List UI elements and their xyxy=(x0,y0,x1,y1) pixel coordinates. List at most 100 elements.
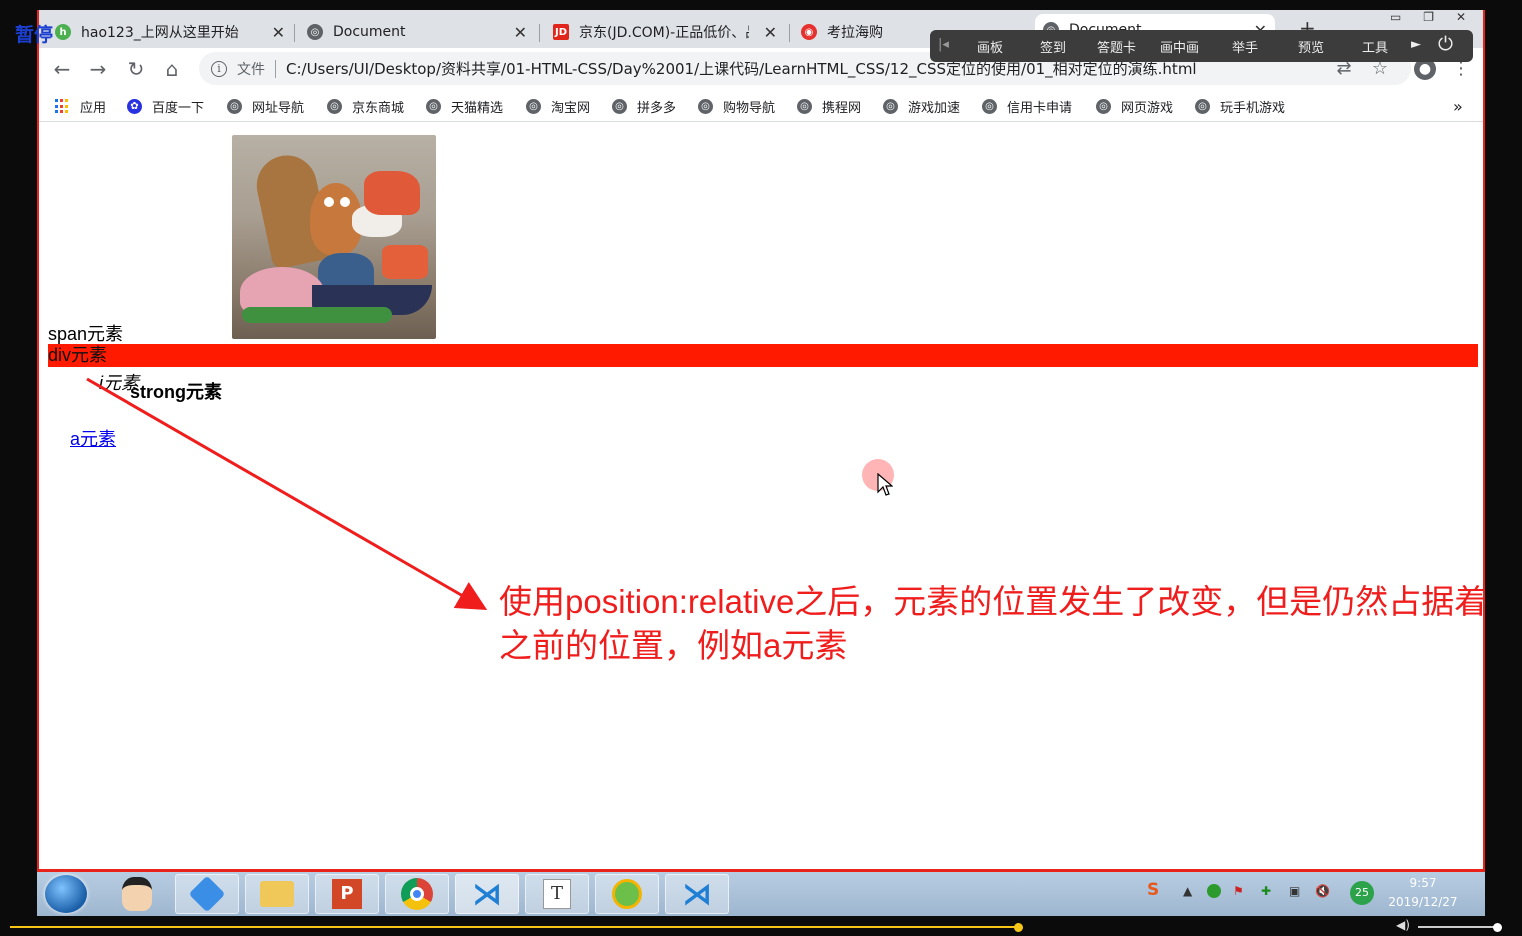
mouse-cursor-icon xyxy=(877,473,893,496)
action-center-flag-icon[interactable]: ⚑ xyxy=(1233,884,1244,898)
bookmark-item[interactable]: ◎ 网页游戏 xyxy=(1096,97,1173,116)
network-status-icon[interactable] xyxy=(1207,884,1221,898)
globe-icon: ◎ xyxy=(698,99,713,114)
globe-icon: ◎ xyxy=(307,24,323,40)
power-icon[interactable]: ⏻ xyxy=(1438,33,1453,55)
taskbar-vscode-icon[interactable]: ⋊ xyxy=(455,874,519,914)
globe-icon: ◎ xyxy=(883,99,898,114)
bookmark-item[interactable]: ◎ 携程网 xyxy=(797,97,861,116)
globe-icon: ◎ xyxy=(327,99,342,114)
bookmark-item[interactable]: ◎ 信用卡申请 xyxy=(982,97,1072,116)
taskbar-chrome-icon[interactable] xyxy=(385,874,449,914)
globe-icon: ◎ xyxy=(982,99,997,114)
recorder-menu-item[interactable]: 答题卡 xyxy=(1097,37,1136,56)
bookmark-item[interactable]: ◎ 游戏加速 xyxy=(883,97,960,116)
kaola-icon: ◉ xyxy=(801,24,817,40)
bookmarks-bar: 应用 ✿ 百度一下 ◎ 网址导航 ◎ 京东商城 ◎ 天猫精选 ◎ 淘宝网 ◎ 拼… xyxy=(39,90,1483,122)
player-volume-icon[interactable]: ◀) xyxy=(1396,918,1410,932)
jd-icon: JD xyxy=(553,24,569,40)
close-icon[interactable]: ✕ xyxy=(514,23,527,42)
recorder-menu-item[interactable]: 画中画 xyxy=(1160,37,1199,56)
bookmark-label: 天猫精选 xyxy=(451,101,504,116)
close-icon[interactable]: ✕ xyxy=(764,23,777,42)
progress-played xyxy=(10,926,1018,928)
browser-window: h hao123_上网从这里开始 ✕ ◎ Document ✕ JD 京东(JD… xyxy=(37,10,1487,872)
display-icon[interactable]: ▣ xyxy=(1289,884,1300,898)
home-icon[interactable]: ⌂ xyxy=(159,56,185,82)
volume-muted-icon[interactable]: 🔇 xyxy=(1315,884,1330,898)
tab-jd[interactable]: JD 京东(JD.COM)-正品低价、品 ✕ xyxy=(545,16,785,48)
volume-handle[interactable] xyxy=(1493,923,1502,932)
windows-start-icon[interactable] xyxy=(45,875,87,913)
taskbar-avatar-app-icon[interactable] xyxy=(105,874,169,914)
taskbar-typora-icon[interactable]: T xyxy=(525,874,589,914)
baidu-paw-icon: ✿ xyxy=(127,99,142,114)
tab-divider xyxy=(294,24,295,42)
apps-grid-icon xyxy=(55,99,70,114)
reload-icon[interactable]: ↻ xyxy=(123,56,149,82)
tab-divider xyxy=(539,24,540,42)
screen: h hao123_上网从这里开始 ✕ ◎ Document ✕ JD 京东(JD… xyxy=(0,0,1522,936)
pause-indicator[interactable]: 暂停 xyxy=(15,20,53,47)
recorder-menu-item[interactable]: 画板 xyxy=(977,37,1003,56)
info-icon[interactable]: i xyxy=(211,60,227,77)
sogou-ime-icon[interactable]: S xyxy=(1147,880,1159,900)
taskbar-powerpoint-icon[interactable]: P xyxy=(315,874,379,914)
close-window-icon[interactable]: ✕ xyxy=(1456,10,1466,28)
tab-divider xyxy=(789,24,790,42)
bookmark-item[interactable]: ◎ 网址导航 xyxy=(227,97,304,116)
minimize-icon[interactable]: ▭ xyxy=(1390,10,1401,28)
globe-icon: ◎ xyxy=(1195,99,1210,114)
scheme-label: 文件 xyxy=(237,61,265,78)
bookmark-label: 百度一下 xyxy=(152,101,205,116)
bookmark-item[interactable]: ◎ 购物导航 xyxy=(698,97,775,116)
globe-icon: ◎ xyxy=(526,99,541,114)
back-arrow-icon[interactable]: ← xyxy=(49,56,75,82)
volume-slider[interactable] xyxy=(1418,926,1498,928)
tab-hao123[interactable]: h hao123_上网从这里开始 ✕ xyxy=(47,16,293,48)
close-icon[interactable]: ✕ xyxy=(272,23,285,42)
globe-icon: ◎ xyxy=(1096,99,1111,114)
video-progress-bar[interactable]: ◀) xyxy=(0,916,1522,936)
taskbar-vscode-icon-2[interactable]: ⋊ xyxy=(665,874,729,914)
bookmark-label: 淘宝网 xyxy=(551,101,591,116)
bookmark-label: 携程网 xyxy=(822,101,862,116)
bookmark-label: 应用 xyxy=(80,101,107,116)
recorder-menu-item[interactable]: 举手 xyxy=(1232,37,1258,56)
address-divider xyxy=(275,59,276,78)
notification-count-badge[interactable]: 25 xyxy=(1350,881,1374,905)
tab-document-1[interactable]: ◎ Document ✕ xyxy=(299,16,535,48)
window-controls: ▭ ❐ ✕ xyxy=(1379,10,1477,28)
bookmark-item[interactable]: ◎ 淘宝网 xyxy=(526,97,590,116)
forward-arrow-icon[interactable]: → xyxy=(85,56,111,82)
bookmark-item[interactable]: ◎ 天猫精选 xyxy=(426,97,503,116)
bookmark-item[interactable]: ◎ 玩手机游戏 xyxy=(1195,97,1285,116)
restore-icon[interactable]: ❐ xyxy=(1423,10,1434,28)
hao123-icon: h xyxy=(55,24,71,40)
tray-expand-chevron-icon[interactable]: ▲ xyxy=(1183,884,1192,898)
system-clock[interactable]: 9:57 2019/12/27 xyxy=(1383,874,1463,912)
taskbar-file-explorer-icon[interactable] xyxy=(245,874,309,914)
bookmarks-overflow-chevron-icon[interactable]: » xyxy=(1453,97,1463,116)
bookmark-item[interactable]: ◎ 拼多多 xyxy=(612,97,676,116)
annotation-line-2: 之前的位置，例如a元素 xyxy=(499,627,848,664)
bookmark-label: 网址导航 xyxy=(252,101,305,116)
progress-handle[interactable] xyxy=(1014,923,1023,932)
drag-handle-icon[interactable]: |◂ xyxy=(938,37,949,52)
bookmark-apps[interactable]: 应用 xyxy=(55,97,106,116)
tab-label: hao123_上网从这里开始 xyxy=(81,25,239,41)
recorder-menu-item[interactable]: 工具 xyxy=(1362,37,1388,56)
recorder-menu-item[interactable]: 预览 xyxy=(1298,37,1324,56)
bookmark-item[interactable]: ◎ 京东商城 xyxy=(327,97,404,116)
taskbar-notes-app-icon[interactable] xyxy=(595,874,659,914)
globe-icon: ◎ xyxy=(227,99,242,114)
tray-plus-icon[interactable]: ✚ xyxy=(1261,884,1271,898)
bookmark-baidu[interactable]: ✿ 百度一下 xyxy=(127,97,204,116)
taskbar-video-app-icon[interactable] xyxy=(175,874,239,914)
tab-label: 京东(JD.COM)-正品低价、品 xyxy=(579,25,749,41)
bookmark-label: 游戏加速 xyxy=(908,101,961,116)
recorder-menu-item[interactable]: 签到 xyxy=(1040,37,1066,56)
bookmark-label: 玩手机游戏 xyxy=(1220,101,1286,116)
collapse-arrow-icon[interactable]: ► xyxy=(1411,37,1421,52)
globe-icon: ◎ xyxy=(797,99,812,114)
